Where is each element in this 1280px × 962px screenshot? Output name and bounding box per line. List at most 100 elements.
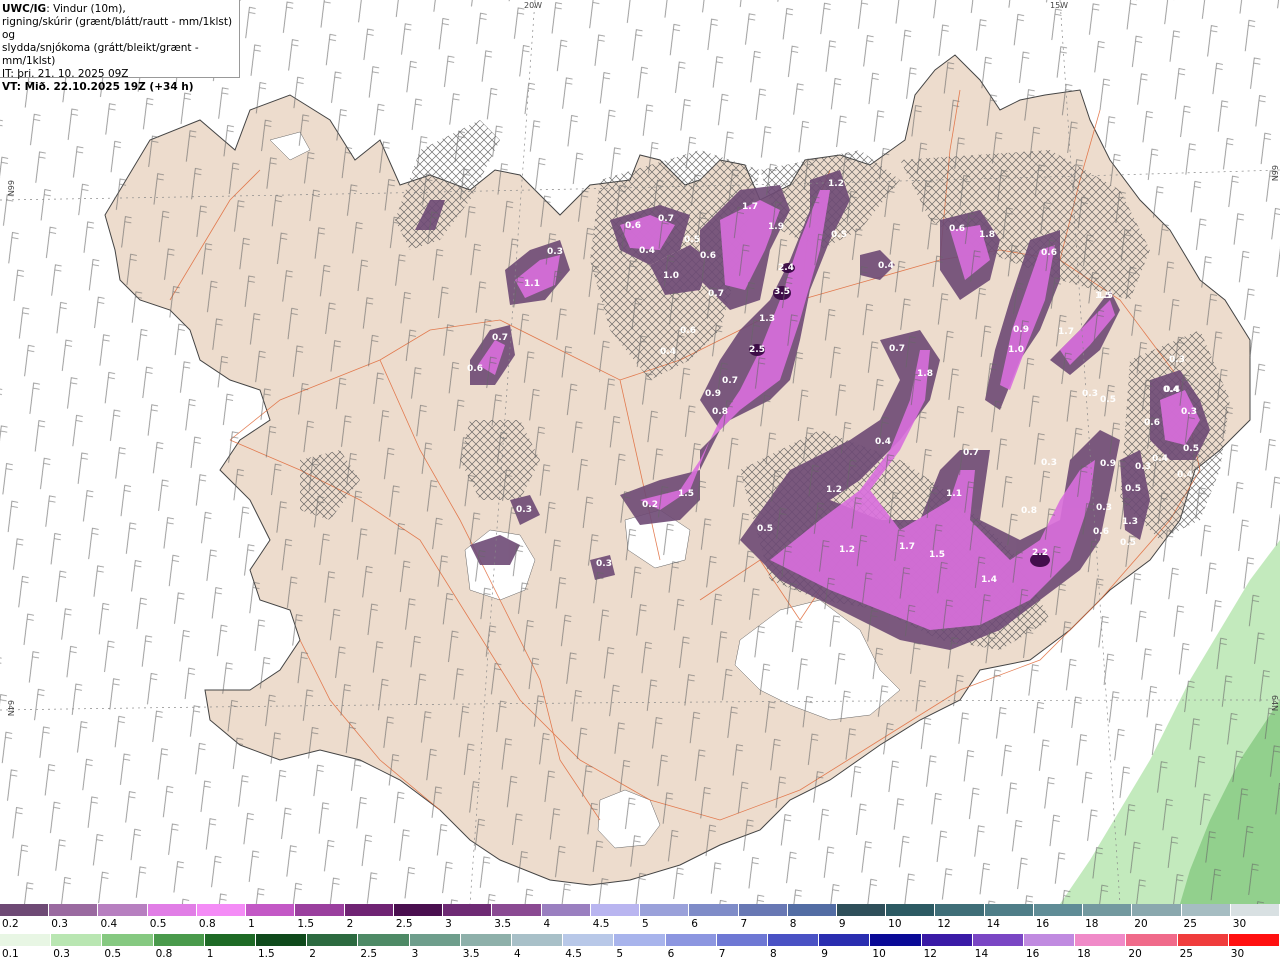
lon-label-15w: 15W bbox=[1050, 1, 1068, 10]
legend-label: 16 bbox=[1026, 948, 1040, 960]
subtitle-line-3: slydda/snjókoma (grátt/bleikt/grænt - mm… bbox=[2, 42, 199, 67]
legend-swatch bbox=[1228, 934, 1280, 946]
precip-value-label: 0.7 bbox=[963, 448, 979, 458]
precip-value-label: 1.2 bbox=[826, 485, 842, 495]
subtitle-line-2: rigning/skúrir (grænt/blátt/rautt - mm/1… bbox=[2, 16, 233, 41]
legend-swatch bbox=[836, 904, 887, 916]
legend-swatch bbox=[541, 904, 591, 916]
precip-value-label: 0.2 bbox=[642, 500, 658, 510]
legend-label: 3.5 bbox=[462, 948, 480, 960]
legend-panel: 0.2 0.3 0.4 0.5 0.8 1 1.5 2 2.5 3 3.5 4 4.5 5 6 7 8 9 10 12… bbox=[0, 904, 1280, 960]
legend-swatch bbox=[870, 934, 922, 946]
legend-swatch bbox=[0, 934, 52, 946]
precip-value-label: 1.7 bbox=[1058, 327, 1074, 337]
legend-swatch bbox=[153, 934, 205, 946]
legend-swatch bbox=[1024, 934, 1076, 946]
legend-label: 1 bbox=[206, 948, 214, 960]
precip-value-label: 0.7 bbox=[708, 289, 724, 299]
lat-label-left-64n: 64N bbox=[6, 700, 15, 716]
precip-value-label: 1.3 bbox=[1122, 517, 1138, 527]
precip-value-label: 1.0 bbox=[1008, 345, 1024, 355]
legend-swatch bbox=[204, 934, 257, 946]
legend-label: 0.8 bbox=[198, 918, 216, 930]
precip-value-label: 1.7 bbox=[742, 202, 758, 212]
legend-swatch bbox=[512, 934, 564, 946]
legend-snow-labels: 0.2 0.3 0.4 0.5 0.8 1 1.5 2 2.5 3 3.5 4 4.5 5 6 7 8 9 10 12… bbox=[0, 918, 1280, 932]
precip-value-label: 1.5 bbox=[1097, 291, 1113, 301]
precip-value-label: 0.7 bbox=[889, 344, 905, 354]
lon-label-20w: 20W bbox=[524, 1, 542, 10]
legend-swatch bbox=[1075, 934, 1127, 946]
legend-swatch bbox=[344, 904, 394, 916]
legend-swatch bbox=[196, 904, 247, 916]
legend-label: 4 bbox=[514, 948, 521, 960]
legend-label: 0.2 bbox=[2, 918, 19, 930]
legend-swatch bbox=[640, 904, 690, 916]
weather-map: 1.21.71.90.52.43.50.40.61.80.70.60.40.50… bbox=[0, 0, 1280, 904]
legend-label: 2 bbox=[309, 948, 316, 960]
legend-label: 3 bbox=[445, 918, 452, 930]
legend-swatch bbox=[51, 934, 103, 946]
legend-swatch bbox=[409, 934, 461, 946]
issue-time: IT: þri. 21. 10. 2025 09Z bbox=[2, 68, 129, 80]
legend-swatch bbox=[492, 904, 542, 916]
legend-swatch bbox=[886, 904, 936, 916]
legend-swatch bbox=[307, 934, 359, 946]
legend-label: 14 bbox=[974, 948, 989, 960]
legend-label: 1 bbox=[248, 918, 255, 930]
legend-label: 20 bbox=[1134, 918, 1148, 930]
precip-value-label: 0.8 bbox=[1021, 506, 1037, 516]
legend-swatch bbox=[921, 934, 973, 946]
legend-swatch bbox=[1132, 904, 1182, 916]
legend-swatch bbox=[1181, 904, 1231, 916]
precip-value-label: 0.5 bbox=[1100, 395, 1116, 405]
precip-value-label: 1.7 bbox=[899, 542, 915, 552]
legend-swatch bbox=[935, 904, 985, 916]
precip-value-label: 0.4 bbox=[1163, 385, 1179, 395]
legend-swatch bbox=[102, 934, 154, 946]
legend-label: 8 bbox=[770, 948, 777, 960]
legend-label: 0.3 bbox=[53, 948, 70, 960]
title-line: UWC/IG: Vindur (10m), bbox=[2, 3, 237, 16]
precip-value-label: 0.6 bbox=[1093, 527, 1109, 537]
precip-value-label: 0.3 bbox=[1135, 462, 1151, 472]
precip-value-label: 1.3 bbox=[759, 314, 775, 324]
precip-value-label: 0.6 bbox=[680, 326, 696, 336]
legend-snow-colorbar bbox=[0, 904, 1280, 916]
wind-barbs bbox=[0, 0, 1280, 904]
legend-swatch bbox=[295, 904, 345, 916]
legend-swatch bbox=[768, 934, 820, 946]
precip-value-label: 0.4 bbox=[878, 261, 894, 271]
precip-value-label: 0.7 bbox=[722, 376, 738, 386]
legend-rain-colorbar bbox=[0, 934, 1280, 946]
legend-label: 5 bbox=[616, 948, 624, 960]
legend-swatch bbox=[393, 904, 444, 916]
precip-value-label: 1.8 bbox=[917, 369, 933, 379]
legend-swatch bbox=[1126, 934, 1178, 946]
title-rest: : Vindur (10m), bbox=[46, 3, 126, 15]
precip-value-label: 1.5 bbox=[929, 550, 945, 560]
legend-swatch bbox=[689, 904, 739, 916]
valid-time: VT: Mið. 22.10.2025 19Z (+34 h) bbox=[2, 81, 194, 93]
precip-value-label: 0.9 bbox=[1100, 459, 1116, 469]
map-info-box: UWC/IG: Vindur (10m), rigning/skúrir (gr… bbox=[0, 0, 240, 93]
precip-value-label: 1.2 bbox=[839, 545, 855, 555]
precip-value-label: 0.3 bbox=[547, 247, 563, 257]
legend-swatch bbox=[590, 904, 641, 916]
legend-label: 0.4 bbox=[100, 918, 118, 930]
precip-value-label: 0.3 bbox=[1181, 407, 1197, 417]
legend-label: 14 bbox=[986, 918, 1000, 930]
precip-value-label: 0.6 bbox=[625, 221, 641, 231]
legend-label: 8 bbox=[789, 918, 797, 930]
precip-value-label: 1.8 bbox=[979, 230, 995, 240]
legend-swatch bbox=[1033, 904, 1084, 916]
legend-label: 0.5 bbox=[149, 918, 167, 930]
precip-value-label: 0.6 bbox=[949, 224, 965, 234]
legend-swatch bbox=[984, 904, 1034, 916]
legend-swatch bbox=[256, 934, 308, 946]
legend-label: 4.5 bbox=[565, 948, 582, 960]
precip-value-label: 0.5 bbox=[757, 524, 773, 534]
legend-swatch bbox=[460, 934, 513, 946]
precip-value-label: 0.3 bbox=[1082, 389, 1098, 399]
legend-swatch bbox=[98, 904, 148, 916]
